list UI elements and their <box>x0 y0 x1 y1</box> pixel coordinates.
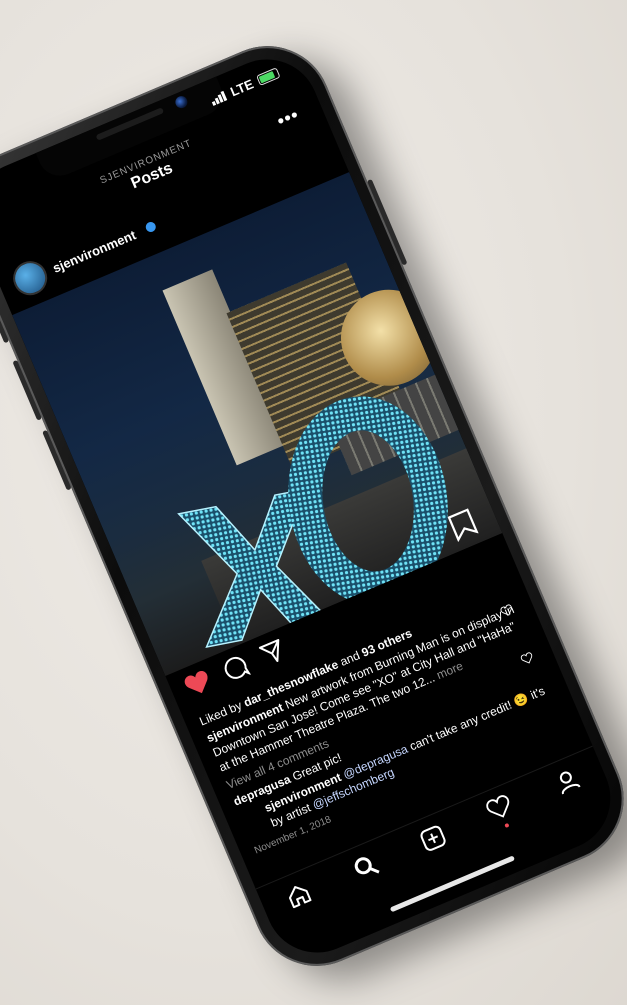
speaker-grille <box>95 107 165 141</box>
comment-icon[interactable] <box>220 652 252 683</box>
front-camera-icon <box>173 94 190 110</box>
network-label: LTE <box>228 76 256 100</box>
home-icon[interactable] <box>283 880 314 911</box>
mute-switch <box>0 308 10 344</box>
heart-icon[interactable] <box>181 668 214 700</box>
verified-badge-icon <box>144 220 158 234</box>
profile-icon[interactable] <box>552 765 583 796</box>
share-icon[interactable] <box>257 636 288 667</box>
notification-dot <box>504 822 510 828</box>
search-icon[interactable] <box>350 851 381 882</box>
signal-icon <box>210 90 228 106</box>
avatar[interactable] <box>7 255 53 301</box>
activity-tab[interactable] <box>484 792 517 828</box>
letter-o <box>288 396 448 606</box>
activity-icon[interactable] <box>484 792 515 823</box>
battery-icon <box>256 67 281 86</box>
add-icon[interactable] <box>417 823 448 854</box>
